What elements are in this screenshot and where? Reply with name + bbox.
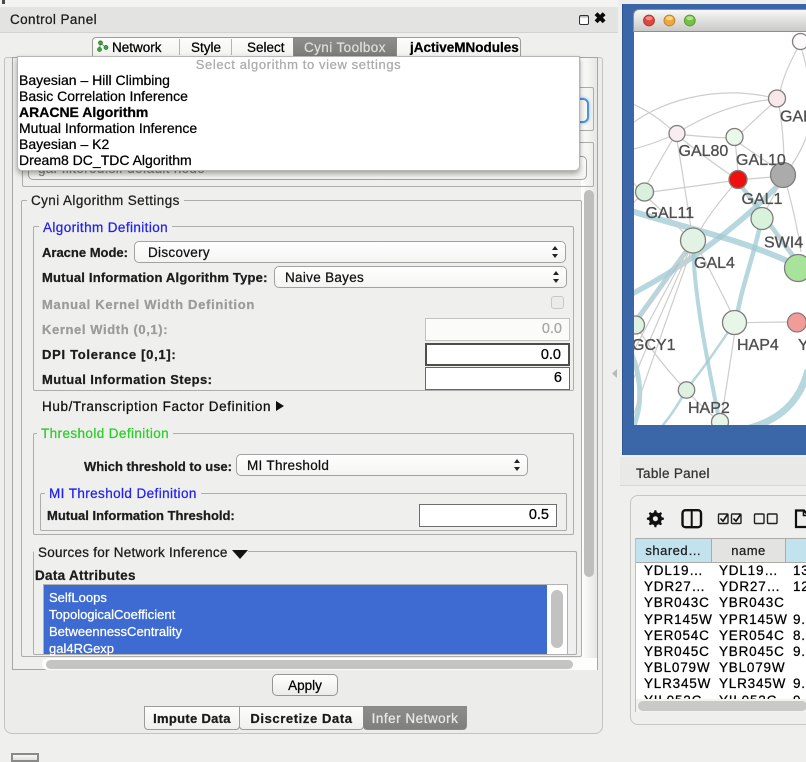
svg-text:Y: Y [798,337,806,354]
svg-text:GAL80: GAL80 [679,143,729,160]
svg-text:GAL1: GAL1 [742,191,783,208]
svg-text:GCY1: GCY1 [634,337,676,354]
svg-text:GAL11: GAL11 [646,205,695,222]
svg-text:SWI4: SWI4 [764,235,803,252]
svg-text:GAL: GAL [780,109,806,126]
svg-text:HAP2: HAP2 [688,400,730,417]
svg-text:GAL10: GAL10 [736,152,786,169]
svg-text:HAP4: HAP4 [737,337,779,354]
svg-text:GAL4: GAL4 [694,255,735,272]
